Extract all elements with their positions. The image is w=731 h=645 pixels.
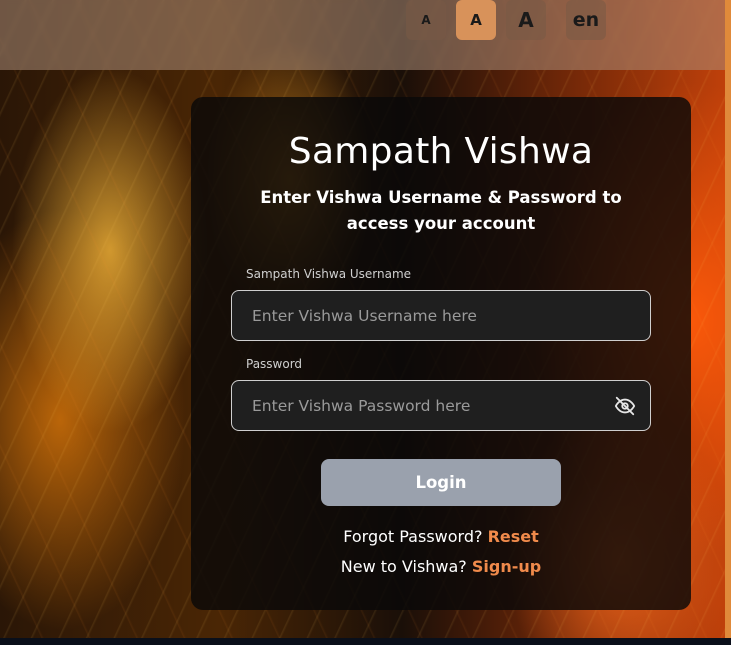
font-size-medium-button[interactable]: A <box>456 0 496 40</box>
username-input[interactable] <box>232 291 650 340</box>
forgot-password-text: Forgot Password? <box>343 527 483 546</box>
login-button[interactable]: Login <box>321 459 561 506</box>
font-size-small-button[interactable]: A <box>406 0 446 40</box>
forgot-password-line: Forgot Password? Reset <box>191 527 691 546</box>
font-size-large-button[interactable]: A <box>506 0 546 40</box>
signup-link[interactable]: Sign-up <box>472 557 541 576</box>
login-card: Sampath Vishwa Enter Vishwa Username & P… <box>191 97 691 610</box>
new-user-text: New to Vishwa? <box>340 557 467 576</box>
language-button[interactable]: en <box>566 0 606 40</box>
top-bar <box>0 0 725 70</box>
page-title: Sampath Vishwa <box>288 131 594 172</box>
signup-line: New to Vishwa? Sign-up <box>191 557 691 576</box>
username-field-wrapper <box>231 290 651 341</box>
username-label: Sampath Vishwa Username <box>246 267 412 281</box>
bottom-bar <box>0 638 731 645</box>
password-field-wrapper <box>231 380 651 431</box>
password-label: Password <box>246 357 303 371</box>
login-subtitle: Enter Vishwa Username & Password to acce… <box>260 188 622 233</box>
eye-off-icon[interactable] <box>614 395 636 417</box>
right-edge-strip <box>725 0 731 645</box>
reset-link[interactable]: Reset <box>488 527 539 546</box>
login-page: A A A en Sampath Vishwa Enter Vishwa Use… <box>0 0 731 645</box>
password-input[interactable] <box>232 381 650 430</box>
